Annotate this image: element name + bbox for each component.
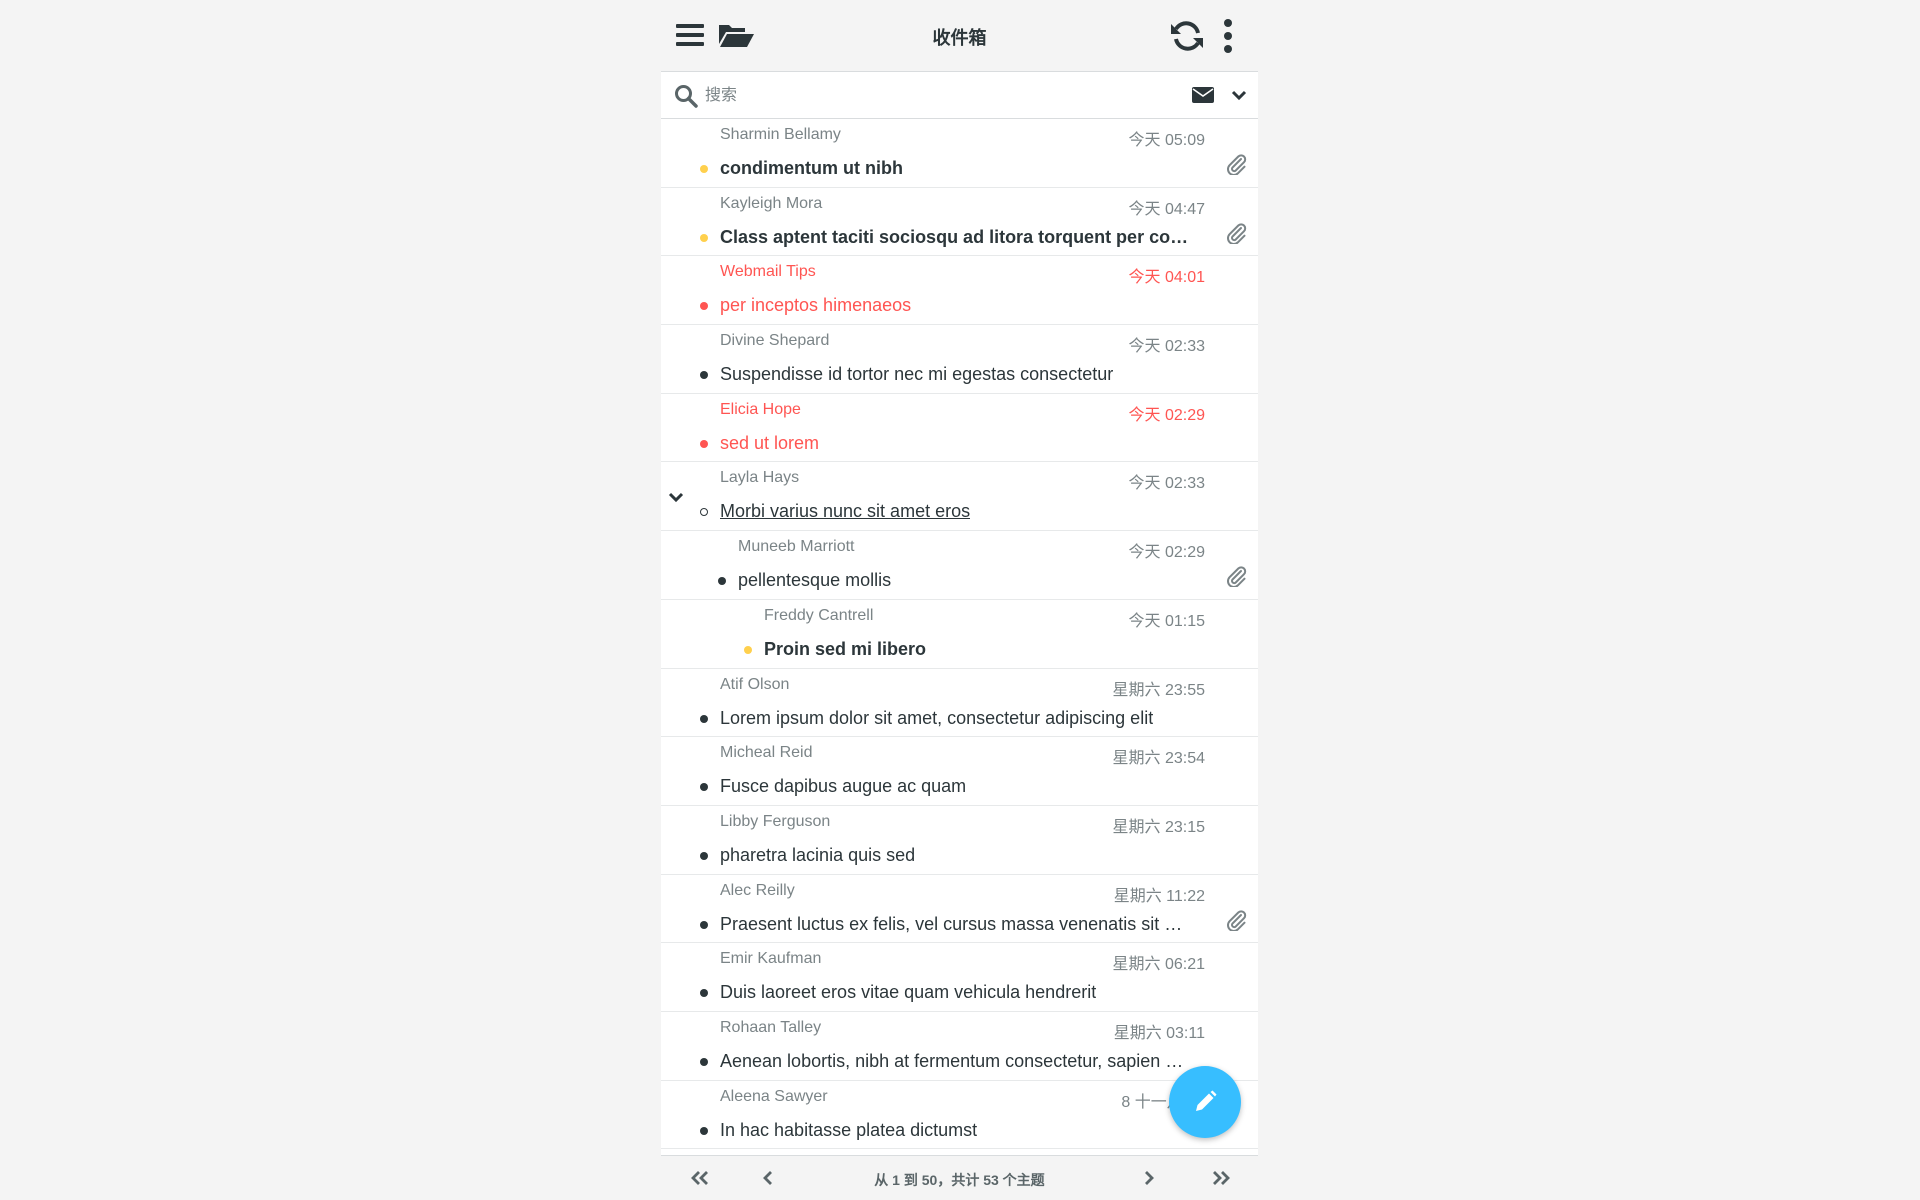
message-status-dot[interactable] (700, 989, 708, 998)
chevron-down-icon[interactable] (1231, 87, 1247, 103)
message-row[interactable]: Alec Reilly 星期六 11:22 Praesent luctus ex f… (661, 875, 1258, 944)
message-date: 星期六 23:55 (1112, 681, 1206, 699)
vertical-dots-icon (1224, 19, 1232, 53)
message-sender: Sharmin Bellamy (720, 126, 841, 143)
message-list: Sharmin Bellamy 今天 05:09 condimentum ut ni… (661, 119, 1258, 1155)
message-date: 星期六 06:21 (1112, 956, 1206, 974)
search-bar (661, 73, 1258, 119)
message-sender: Libby Ferguson (720, 812, 831, 830)
message-row[interactable]: Sharmin Bellamy 今天 05:09 condimentum ut ni… (661, 119, 1258, 188)
message-subject[interactable]: Praesent luctus ex felis, vel cursus mas… (720, 914, 1190, 935)
envelope-icon[interactable] (1192, 86, 1214, 104)
double-chevron-right-icon[interactable] (1210, 1170, 1232, 1186)
message-row[interactable]: Rohaan Talley 星期六 03:11 Aenean lobortis, n… (661, 1012, 1258, 1081)
message-date: 今天 04:47 (1128, 200, 1206, 218)
message-count: 从 1 到 50，共计 53 个主题 (874, 1172, 1045, 1188)
message-subject[interactable]: Class aptent taciti sociosqu ad litora t… (720, 227, 1190, 248)
attachment-icon (1227, 909, 1247, 931)
search-input[interactable] (705, 82, 1105, 110)
message-status-dot[interactable] (700, 1057, 708, 1066)
message-row[interactable]: Micheal Reid 星期六 23:54 Fusce dapibus augue… (661, 737, 1258, 806)
message-subject[interactable]: Duis laoreet eros vitae quam vehicula he… (720, 982, 1096, 1003)
message-subject[interactable]: Morbi varius nunc sit amet eros (720, 501, 970, 522)
message-date: 今天 01:15 (1128, 612, 1206, 630)
message-sender: Elicia Hope (720, 400, 801, 418)
message-row[interactable]: Atif Olson 星期六 23:55 Lorem ipsum dolor sit… (661, 669, 1258, 738)
message-sender: Emir Kaufman (720, 950, 822, 968)
message-status-dot[interactable] (700, 851, 708, 860)
message-status-dot[interactable] (718, 577, 726, 586)
message-status-dot[interactable] (700, 783, 708, 792)
message-subject[interactable]: sed ut lorem (720, 433, 819, 454)
message-sender: Muneeb Marriott (738, 538, 855, 556)
pagination-bar: 从 1 到 50，共计 53 个主题 (661, 1155, 1258, 1200)
message-status-dot[interactable] (700, 508, 708, 517)
message-row[interactable]: Muneeb Marriott 今天 02:29 pellentesque moll… (661, 531, 1258, 600)
chevron-right-icon[interactable] (1142, 1170, 1156, 1186)
message-row[interactable]: Freddy Cantrell 今天 01:15 Proin sed mi libe… (661, 600, 1258, 669)
message-date: 星期六 23:15 (1112, 818, 1206, 836)
message-date: 星期六 03:11 (1113, 1024, 1205, 1042)
message-subject[interactable]: per inceptos himenaeos (720, 295, 911, 316)
message-subject[interactable]: Fusce dapibus augue ac quam (720, 776, 966, 797)
message-date: 今天 04:01 (1128, 269, 1206, 287)
message-date: 今天 02:29 (1128, 406, 1206, 424)
message-subject[interactable]: pellentesque mollis (738, 570, 891, 591)
message-status-dot[interactable] (700, 165, 708, 173)
compose-button[interactable] (1169, 1066, 1241, 1138)
search-icon (675, 85, 698, 108)
message-subject[interactable]: condimentum ut nibh (720, 158, 903, 179)
message-sender: Kayleigh Mora (720, 194, 823, 212)
message-status-dot[interactable] (700, 1126, 708, 1135)
thread-collapse-icon[interactable] (668, 489, 684, 505)
message-subject[interactable]: Aenean lobortis, nibh at fermentum conse… (720, 1051, 1190, 1072)
message-status-dot[interactable] (744, 645, 752, 654)
attachment-icon (1227, 566, 1247, 588)
message-date: 今天 02:33 (1128, 338, 1206, 356)
message-subject[interactable]: In hac habitasse platea dictumst (720, 1120, 977, 1141)
message-subject[interactable]: Lorem ipsum dolor sit amet, consectetur … (720, 708, 1153, 729)
message-row[interactable]: Kayleigh Mora 今天 04:47 Class aptent taciti… (661, 188, 1258, 257)
message-sender: Alec Reilly (720, 881, 795, 899)
refresh-button[interactable] (1167, 16, 1207, 56)
attachment-icon (1227, 223, 1247, 244)
message-sender: Micheal Reid (720, 744, 813, 762)
pencil-icon (1196, 1090, 1217, 1111)
message-row[interactable]: Libby Ferguson 星期六 23:15 pharetra lacinia … (661, 806, 1258, 875)
message-subject[interactable]: pharetra lacinia quis sed (720, 845, 915, 866)
message-sender: Atif Olson (720, 675, 790, 693)
message-date: 今天 05:09 (1128, 132, 1206, 149)
message-subject[interactable]: Proin sed mi libero (764, 639, 926, 660)
message-row[interactable]: Divine Shepard 今天 02:33 Suspendisse id tor… (661, 325, 1258, 394)
message-status-dot[interactable] (700, 714, 708, 723)
message-status-dot[interactable] (700, 439, 708, 448)
message-row[interactable]: Layla Hays 今天 02:33 Morbi varius nunc sit … (661, 462, 1258, 532)
message-subject[interactable]: Suspendisse id tortor nec mi egestas con… (720, 364, 1113, 385)
message-status-dot[interactable] (700, 302, 708, 311)
mail-app: 收件箱 Sh (661, 0, 1258, 1200)
message-sender: Divine Shepard (720, 332, 830, 350)
message-row[interactable]: Emir Kaufman 星期六 06:21 Duis laoreet eros v… (661, 943, 1258, 1012)
message-row[interactable]: Elicia Hope 今天 02:29 sed ut lorem (661, 394, 1258, 463)
message-row[interactable]: Aleena Sawyer 8 十一月 19 In hac habitasse pl… (661, 1081, 1258, 1150)
message-sender: Aleena Sawyer (720, 1087, 828, 1105)
message-row[interactable]: Webmail Tips 今天 04:01 per inceptos himenae… (661, 256, 1258, 326)
message-date: 星期六 23:54 (1112, 750, 1206, 768)
message-date: 今天 02:29 (1128, 544, 1206, 562)
toolbar-header: 收件箱 (661, 0, 1258, 72)
message-date: 星期六 11:22 (1113, 887, 1205, 905)
more-menu-button[interactable] (1213, 16, 1243, 56)
message-date: 今天 02:33 (1128, 475, 1206, 493)
message-status-dot[interactable] (700, 371, 708, 380)
attachment-icon (1227, 154, 1247, 175)
refresh-icon (1171, 21, 1203, 51)
message-sender: Freddy Cantrell (764, 606, 874, 624)
message-sender: Rohaan Talley (720, 1018, 822, 1036)
message-sender: Webmail Tips (720, 263, 816, 281)
message-status-dot[interactable] (700, 920, 708, 929)
message-status-dot[interactable] (700, 233, 708, 242)
message-sender: Layla Hays (720, 469, 800, 487)
